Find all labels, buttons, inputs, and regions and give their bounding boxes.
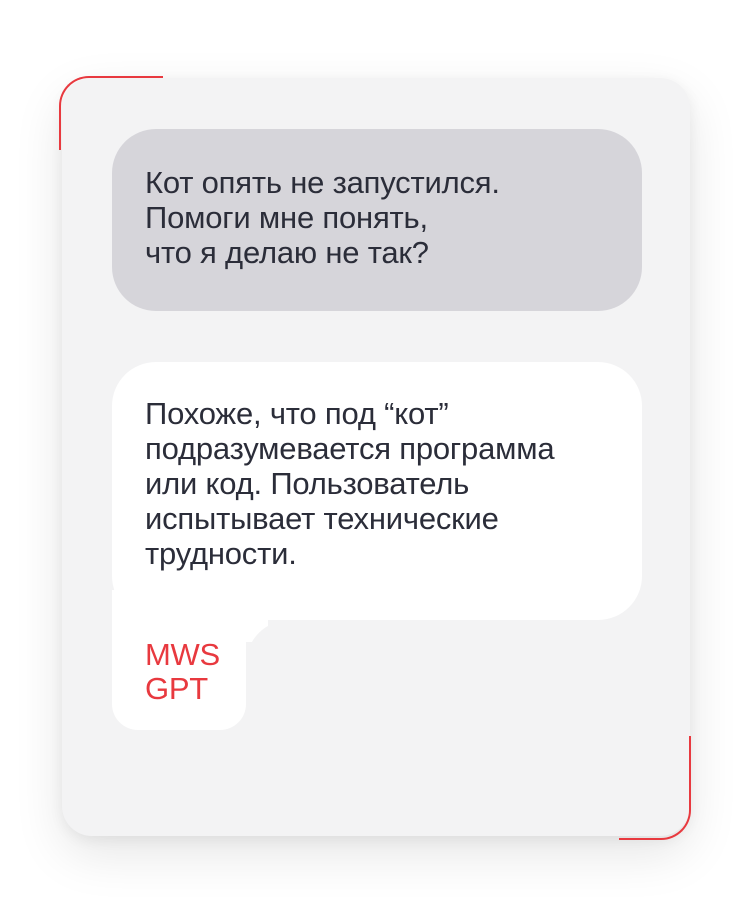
user-message-text: Кот опять не запустился. Помоги мне поня… — [145, 165, 500, 270]
bot-message-text: Похоже, что под “кот” подразумевается пр… — [145, 396, 555, 571]
bot-name-label: MWS GPT — [145, 637, 220, 706]
chat-illustration: Кот опять не запустился. Помоги мне поня… — [0, 0, 750, 914]
accent-corner-bottom-right — [619, 736, 691, 840]
user-message-bubble: Кот опять не запустился. Помоги мне поня… — [112, 129, 642, 311]
bot-message-bubble: Похоже, что под “кот” подразумевается пр… — [112, 362, 642, 620]
